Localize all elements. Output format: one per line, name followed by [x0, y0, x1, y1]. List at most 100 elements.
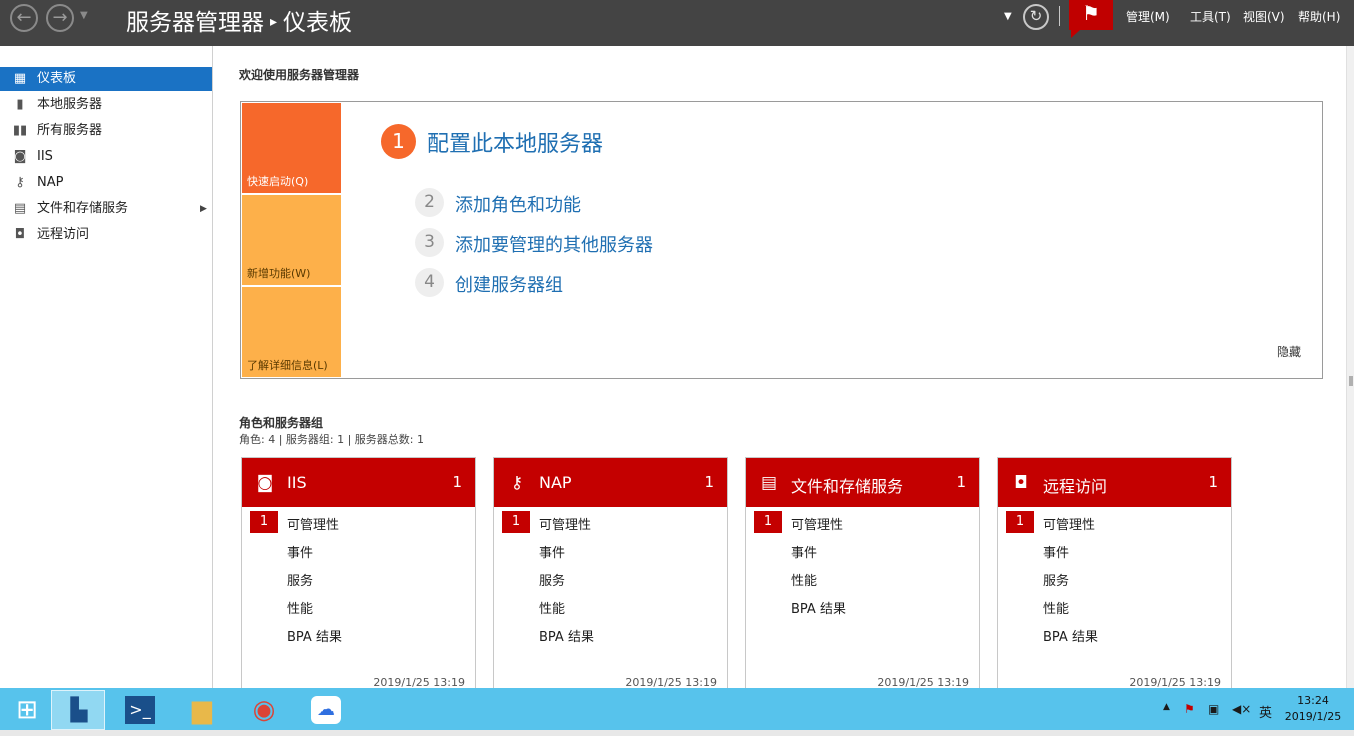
breadcrumb-root[interactable]: 服务器管理器 — [126, 10, 264, 36]
iis-icon: ◙ — [13, 149, 27, 164]
server-icon: ▮ — [16, 97, 24, 112]
sidebar-item-iis[interactable]: ◙ IIS — [0, 145, 212, 169]
sidebar-item-remote-access[interactable]: ◘ 远程访问 — [0, 223, 212, 247]
menu-tools[interactable]: 工具(T) — [1190, 8, 1231, 25]
card-row-bpa[interactable]: BPA 结果 — [539, 626, 594, 645]
tile-label: 了解详细信息(L) — [247, 359, 328, 372]
sidebar-item-label: 所有服务器 — [37, 123, 103, 138]
tray-overflow-icon[interactable]: ▲ — [1163, 702, 1170, 712]
card-row-services[interactable]: 服务 — [287, 570, 313, 589]
card-row-manageability[interactable]: 可管理性 — [539, 514, 591, 533]
card-row-events[interactable]: 事件 — [791, 542, 817, 561]
sidebar-item-label: 远程访问 — [37, 227, 90, 242]
history-dropdown-icon[interactable]: ▼ — [80, 10, 88, 21]
iis-icon: ◙ — [256, 473, 274, 493]
card-title: IIS — [287, 473, 307, 492]
scrollbar-thumb[interactable] — [1349, 376, 1353, 386]
breadcrumb-dropdown-icon[interactable]: ▼ — [1004, 11, 1012, 22]
sidebar-item-label: NAP — [37, 175, 64, 190]
card-header[interactable]: ◘ 远程访问 1 — [998, 458, 1231, 507]
menu-manage[interactable]: 管理(M) — [1126, 8, 1170, 25]
card-row-events[interactable]: 事件 — [1043, 542, 1069, 561]
card-row-performance[interactable]: 性能 — [287, 598, 313, 617]
card-row-services[interactable]: 服务 — [539, 570, 565, 589]
card-row-performance[interactable]: 性能 — [539, 598, 565, 617]
network-icon[interactable]: ▣ — [1208, 702, 1219, 716]
breadcrumb: 服务器管理器 ▸ 仪表板 — [126, 3, 352, 37]
start-button[interactable]: ⊞ — [0, 690, 54, 730]
sidebar-item-file-storage[interactable]: ▤ 文件和存储服务 ▶ — [0, 197, 212, 221]
quick-start-panel: 快速启动(Q) 新增功能(W) 了解详细信息(L) 1 配置此本地服务器 2 添… — [240, 101, 1323, 379]
card-row-bpa[interactable]: BPA 结果 — [791, 598, 846, 617]
card-row-services[interactable]: 服务 — [1043, 570, 1069, 589]
menu-view[interactable]: 视图(V) — [1243, 8, 1285, 25]
step-number: 1 — [381, 124, 416, 159]
step-number: 2 — [415, 188, 444, 217]
taskbar-chrome[interactable]: ◉ — [237, 690, 291, 730]
ime-indicator[interactable]: 英 — [1259, 702, 1272, 721]
roles-section-title: 角色和服务器组 — [239, 416, 324, 430]
card-row-performance[interactable]: 性能 — [1043, 598, 1069, 617]
system-clock[interactable]: 13:24 2019/1/25 — [1280, 693, 1346, 725]
server-manager-icon: ▙ — [70, 698, 88, 723]
taskbar: ⊞ ▙ >_ ▆ ◉ ☁ ▲ ⚑ ▣ ◀× 英 13:24 2019/1/25 — [0, 688, 1354, 736]
sidebar-item-label: 文件和存储服务 — [37, 201, 129, 216]
back-button[interactable]: ← — [10, 4, 38, 32]
vertical-scrollbar[interactable] — [1346, 46, 1354, 688]
card-count: 1 — [956, 473, 966, 491]
card-row-manageability[interactable]: 可管理性 — [1043, 514, 1095, 533]
card-header[interactable]: ◙ IIS 1 — [242, 458, 475, 507]
chrome-icon: ◉ — [252, 695, 276, 725]
role-card-iis: ◙ IIS 1 1 可管理性 事件 服务 性能 BPA 结果 2019/1/25… — [241, 457, 476, 697]
link-add-other-servers[interactable]: 添加要管理的其他服务器 — [455, 231, 653, 257]
card-row-manageability[interactable]: 可管理性 — [287, 514, 339, 533]
cloud-drive-icon: ☁ — [311, 696, 341, 724]
step-number: 3 — [415, 228, 444, 257]
sidebar-item-nap[interactable]: ⚷ NAP — [0, 171, 212, 195]
expand-arrow-icon[interactable]: ▶ — [200, 197, 207, 221]
card-row-manageability[interactable]: 可管理性 — [791, 514, 843, 533]
folder-icon: ▆ — [192, 695, 212, 725]
tile-quick-start[interactable]: 快速启动(Q) — [242, 103, 341, 193]
link-add-roles-features[interactable]: 添加角色和功能 — [455, 191, 581, 217]
card-count: 1 — [704, 473, 714, 491]
sidebar: ▦ 仪表板 ▮ 本地服务器 ▮▮ 所有服务器 ◙ IIS ⚷ NAP ▤ 文件和… — [0, 46, 213, 688]
taskbar-powershell[interactable]: >_ — [113, 690, 167, 730]
horizontal-scrollbar[interactable] — [0, 730, 1354, 736]
action-center-icon[interactable]: ⚑ — [1184, 702, 1195, 716]
notifications-button[interactable]: ⚑ — [1069, 0, 1113, 38]
card-title: 文件和存储服务 — [791, 477, 904, 496]
taskbar-server-manager[interactable]: ▙ — [51, 690, 105, 730]
volume-muted-icon[interactable]: ◀× — [1232, 702, 1251, 716]
roles-summary: 角色: 4 | 服务器组: 1 | 服务器总数: 1 — [239, 433, 425, 446]
card-row-events[interactable]: 事件 — [287, 542, 313, 561]
tile-whats-new[interactable]: 新增功能(W) — [242, 195, 341, 285]
link-create-server-group[interactable]: 创建服务器组 — [455, 271, 563, 297]
sidebar-item-label: IIS — [37, 149, 53, 164]
sidebar-item-all-servers[interactable]: ▮▮ 所有服务器 — [0, 119, 212, 143]
back-arrow-icon: ← — [16, 7, 32, 28]
sidebar-item-local-server[interactable]: ▮ 本地服务器 — [0, 93, 212, 117]
hide-link[interactable]: 隐藏 — [1277, 343, 1301, 360]
card-row-performance[interactable]: 性能 — [791, 570, 817, 589]
card-row-bpa[interactable]: BPA 结果 — [1043, 626, 1098, 645]
card-row-bpa[interactable]: BPA 结果 — [287, 626, 342, 645]
refresh-icon: ↻ — [1029, 7, 1043, 25]
alert-badge: 1 — [754, 511, 782, 533]
card-header[interactable]: ⚷ NAP 1 — [494, 458, 727, 507]
card-header[interactable]: ▤ 文件和存储服务 1 — [746, 458, 979, 507]
card-row-events[interactable]: 事件 — [539, 542, 565, 561]
sidebar-item-dashboard[interactable]: ▦ 仪表板 — [0, 67, 212, 91]
windows-logo-icon: ⊞ — [16, 695, 38, 725]
tile-learn-more[interactable]: 了解详细信息(L) — [242, 287, 341, 377]
taskbar-file-explorer[interactable]: ▆ — [175, 690, 229, 730]
dashboard-icon: ▦ — [13, 71, 27, 86]
forward-button[interactable]: → — [46, 4, 74, 32]
alert-badge: 1 — [1006, 511, 1034, 533]
step-number: 4 — [415, 268, 444, 297]
taskbar-baidu-netdisk[interactable]: ☁ — [299, 690, 353, 730]
refresh-button[interactable]: ↻ — [1023, 4, 1049, 30]
menu-help[interactable]: 帮助(H) — [1298, 8, 1340, 25]
breadcrumb-separator-icon: ▸ — [270, 14, 278, 30]
link-configure-local-server[interactable]: 配置此本地服务器 — [427, 126, 603, 158]
